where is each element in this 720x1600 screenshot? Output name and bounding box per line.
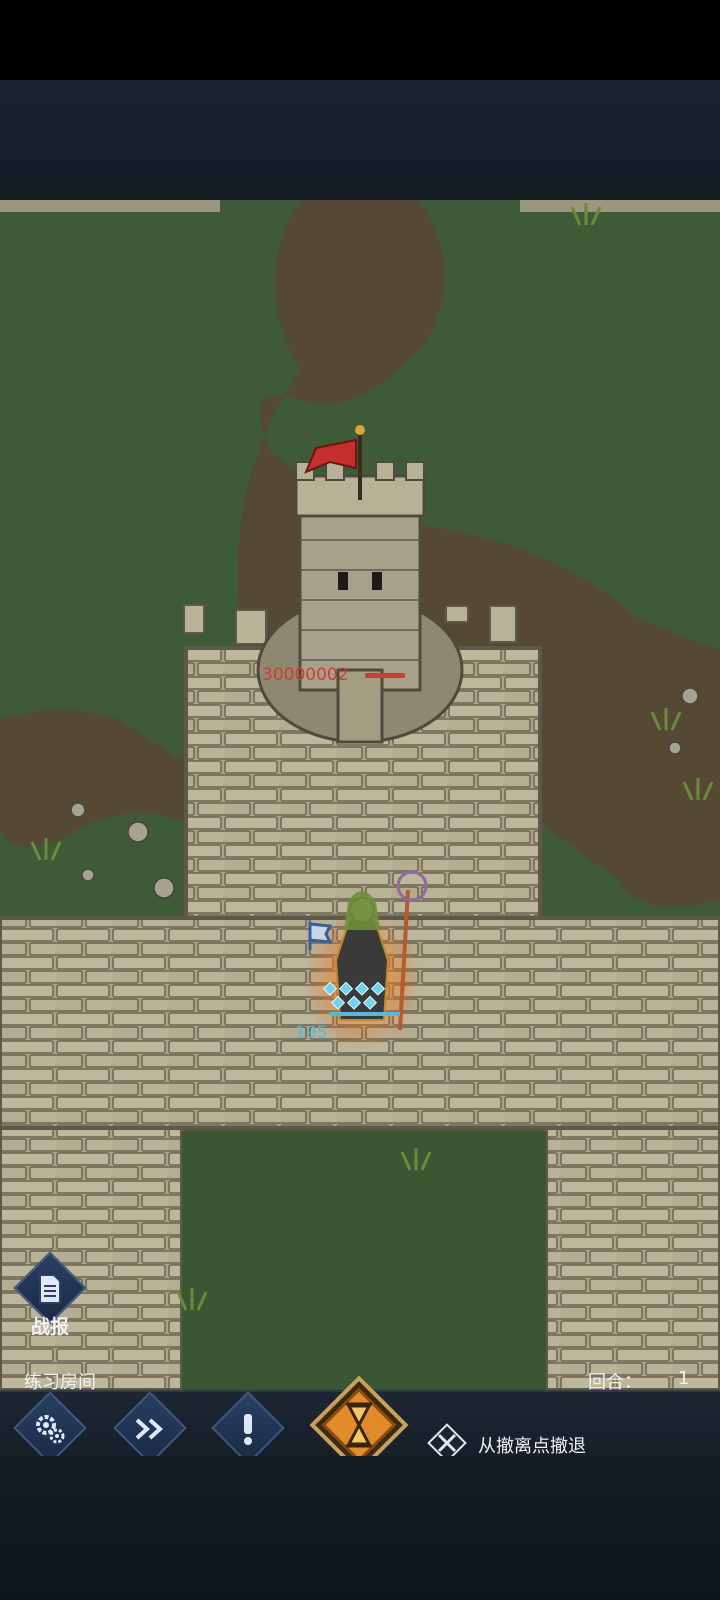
tower-hp-value: 30000002 bbox=[262, 665, 349, 685]
exclamation-icon bbox=[208, 1406, 288, 1452]
game-board[interactable] bbox=[0, 200, 720, 1390]
fast-forward-icon bbox=[110, 1406, 190, 1452]
battle-report-button[interactable]: 战报 bbox=[10, 1251, 90, 1346]
bottom-frame bbox=[0, 1456, 720, 1600]
battle-report-label: 战报 bbox=[30, 1316, 69, 1338]
status-bar-area bbox=[0, 0, 720, 80]
top-frame bbox=[0, 80, 720, 200]
document-icon bbox=[10, 1266, 90, 1312]
retreat-label: 从撤离点撤退 bbox=[478, 1436, 586, 1457]
hero-level-value: 195 bbox=[295, 1023, 328, 1043]
gear-icon bbox=[10, 1406, 90, 1452]
round-value: 1 bbox=[678, 1368, 690, 1389]
tower-hp-bar bbox=[365, 673, 405, 678]
